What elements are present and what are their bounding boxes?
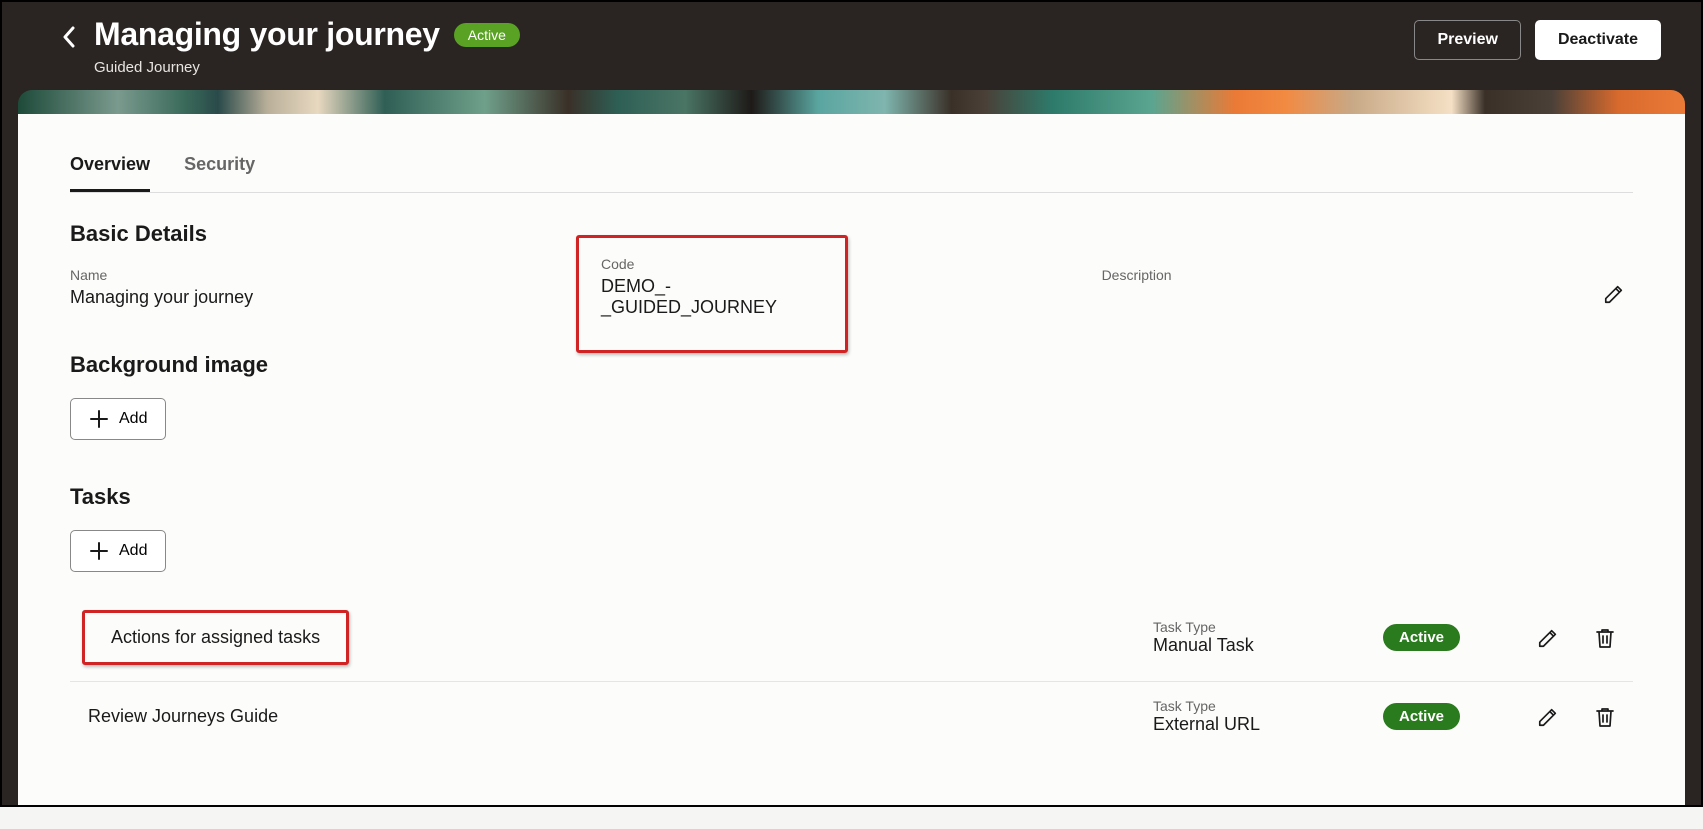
chevron-left-icon (62, 26, 76, 48)
background-image-section: Background image Add (70, 352, 1633, 440)
task-type-value: External URL (1153, 714, 1383, 735)
name-label: Name (70, 267, 586, 283)
preview-button[interactable]: Preview (1414, 20, 1520, 60)
task-status-badge: Active (1383, 703, 1460, 730)
description-label: Description (1102, 267, 1618, 283)
add-background-image-button[interactable]: Add (70, 398, 166, 440)
basic-details-section: Basic Details Name Managing your journey… (70, 221, 1633, 308)
background-image-heading: Background image (70, 352, 1633, 378)
tasks-heading: Tasks (70, 484, 1633, 510)
task-type-label: Task Type (1153, 698, 1383, 714)
edit-task-button[interactable] (1537, 706, 1559, 728)
name-value: Managing your journey (70, 287, 586, 308)
edit-basic-details-button[interactable] (1603, 283, 1625, 305)
pencil-icon (1603, 283, 1625, 305)
task-status-badge: Active (1383, 624, 1460, 651)
page-header: Managing your journey Active Guided Jour… (2, 2, 1701, 90)
tab-security[interactable]: Security (184, 154, 255, 192)
status-badge: Active (454, 23, 520, 47)
task-type-value: Manual Task (1153, 635, 1383, 656)
decorative-banner (2, 90, 1701, 114)
basic-details-heading: Basic Details (70, 221, 1633, 247)
tab-overview[interactable]: Overview (70, 154, 150, 192)
deactivate-button[interactable]: Deactivate (1535, 20, 1661, 60)
page-title: Managing your journey (94, 16, 440, 53)
add-label: Add (119, 542, 147, 560)
add-task-button[interactable]: Add (70, 530, 166, 572)
task-row[interactable]: Review Journeys Guide Task Type External… (70, 682, 1633, 751)
pencil-icon (1537, 706, 1559, 728)
tasks-section: Tasks Add Actions for assigned tasks Tas… (70, 484, 1633, 751)
tabs: Overview Security (70, 154, 1633, 193)
back-button[interactable] (62, 26, 76, 48)
plus-icon (89, 409, 109, 429)
edit-task-button[interactable] (1537, 627, 1559, 649)
delete-task-button[interactable] (1595, 706, 1615, 728)
trash-icon (1595, 706, 1615, 728)
task-name-highlight: Actions for assigned tasks (82, 610, 349, 665)
pencil-icon (1537, 627, 1559, 649)
trash-icon (1595, 627, 1615, 649)
code-value: DEMO_-_GUIDED_JOURNEY (601, 276, 823, 318)
code-field-highlight: Code DEMO_-_GUIDED_JOURNEY (576, 235, 848, 353)
task-name: Review Journeys Guide (88, 706, 278, 726)
code-label: Code (601, 256, 823, 272)
plus-icon (89, 541, 109, 561)
task-type-label: Task Type (1153, 619, 1383, 635)
page-subtitle: Guided Journey (94, 59, 520, 76)
task-row[interactable]: Actions for assigned tasks Task Type Man… (70, 594, 1633, 682)
add-label: Add (119, 410, 147, 428)
delete-task-button[interactable] (1595, 627, 1615, 649)
